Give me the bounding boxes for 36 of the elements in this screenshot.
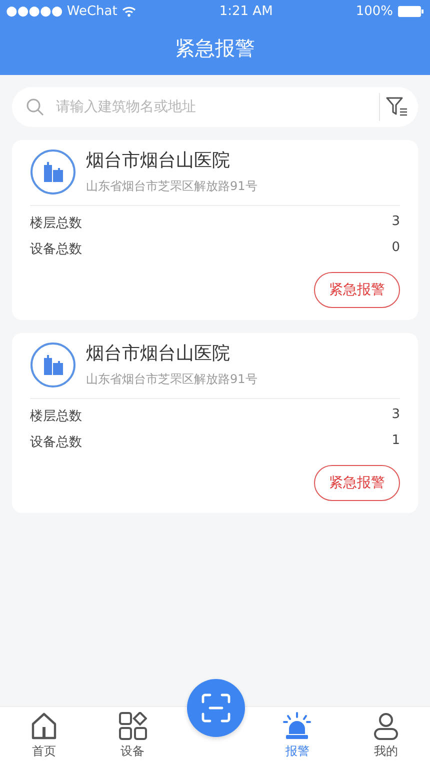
- filter-icon[interactable]: [386, 97, 408, 117]
- home-icon: [31, 712, 58, 740]
- battery-icon: [398, 6, 424, 16]
- stat-label: 楼层总数: [30, 408, 82, 425]
- page-title: 紧急报警: [175, 35, 255, 62]
- tab-item[interactable]: 首页: [0, 707, 88, 765]
- stat-label: 设备总数: [30, 241, 82, 258]
- scan-button[interactable]: [187, 679, 245, 737]
- emergency-alarm-button[interactable]: 紧急报警: [314, 465, 400, 501]
- building-icon: [30, 148, 76, 194]
- building-name: 烟台市烟台山医院: [86, 149, 231, 172]
- clock-text: 1:21 AM: [219, 4, 273, 18]
- battery-text: 100%: [356, 4, 393, 18]
- stat-value: 0: [392, 240, 400, 257]
- building-name: 烟台市烟台山医院: [86, 342, 231, 365]
- building-address: 山东省烟台市芝罘区解放路91号: [86, 371, 258, 388]
- wifi-icon: [122, 6, 136, 16]
- tab-item[interactable]: 设备: [88, 707, 177, 765]
- carrier-text: ●●●●● WeChat: [6, 4, 118, 18]
- search-icon: [26, 98, 44, 116]
- search-field[interactable]: 请输入建筑物名或地址: [12, 87, 418, 127]
- stat-label: 设备总数: [30, 434, 82, 451]
- siren-icon: [283, 712, 312, 740]
- building-address: 山东省烟台市芝罘区解放路91号: [86, 178, 258, 195]
- user-icon: [372, 712, 399, 740]
- emergency-alarm-button[interactable]: 紧急报警: [314, 272, 400, 308]
- stat-value: 3: [392, 214, 400, 231]
- stat-value: 3: [392, 407, 400, 424]
- stat-value: 1: [392, 433, 400, 450]
- grid-icon: [118, 712, 147, 740]
- stat-label: 楼层总数: [30, 215, 82, 232]
- search-field[interactable]: 请输入建筑物名或地址: [54, 98, 373, 116]
- building-icon: [30, 342, 76, 388]
- tab-item[interactable]: 我的: [342, 707, 430, 765]
- scan-icon: [201, 693, 231, 723]
- tab-item[interactable]: 报警: [253, 707, 342, 765]
